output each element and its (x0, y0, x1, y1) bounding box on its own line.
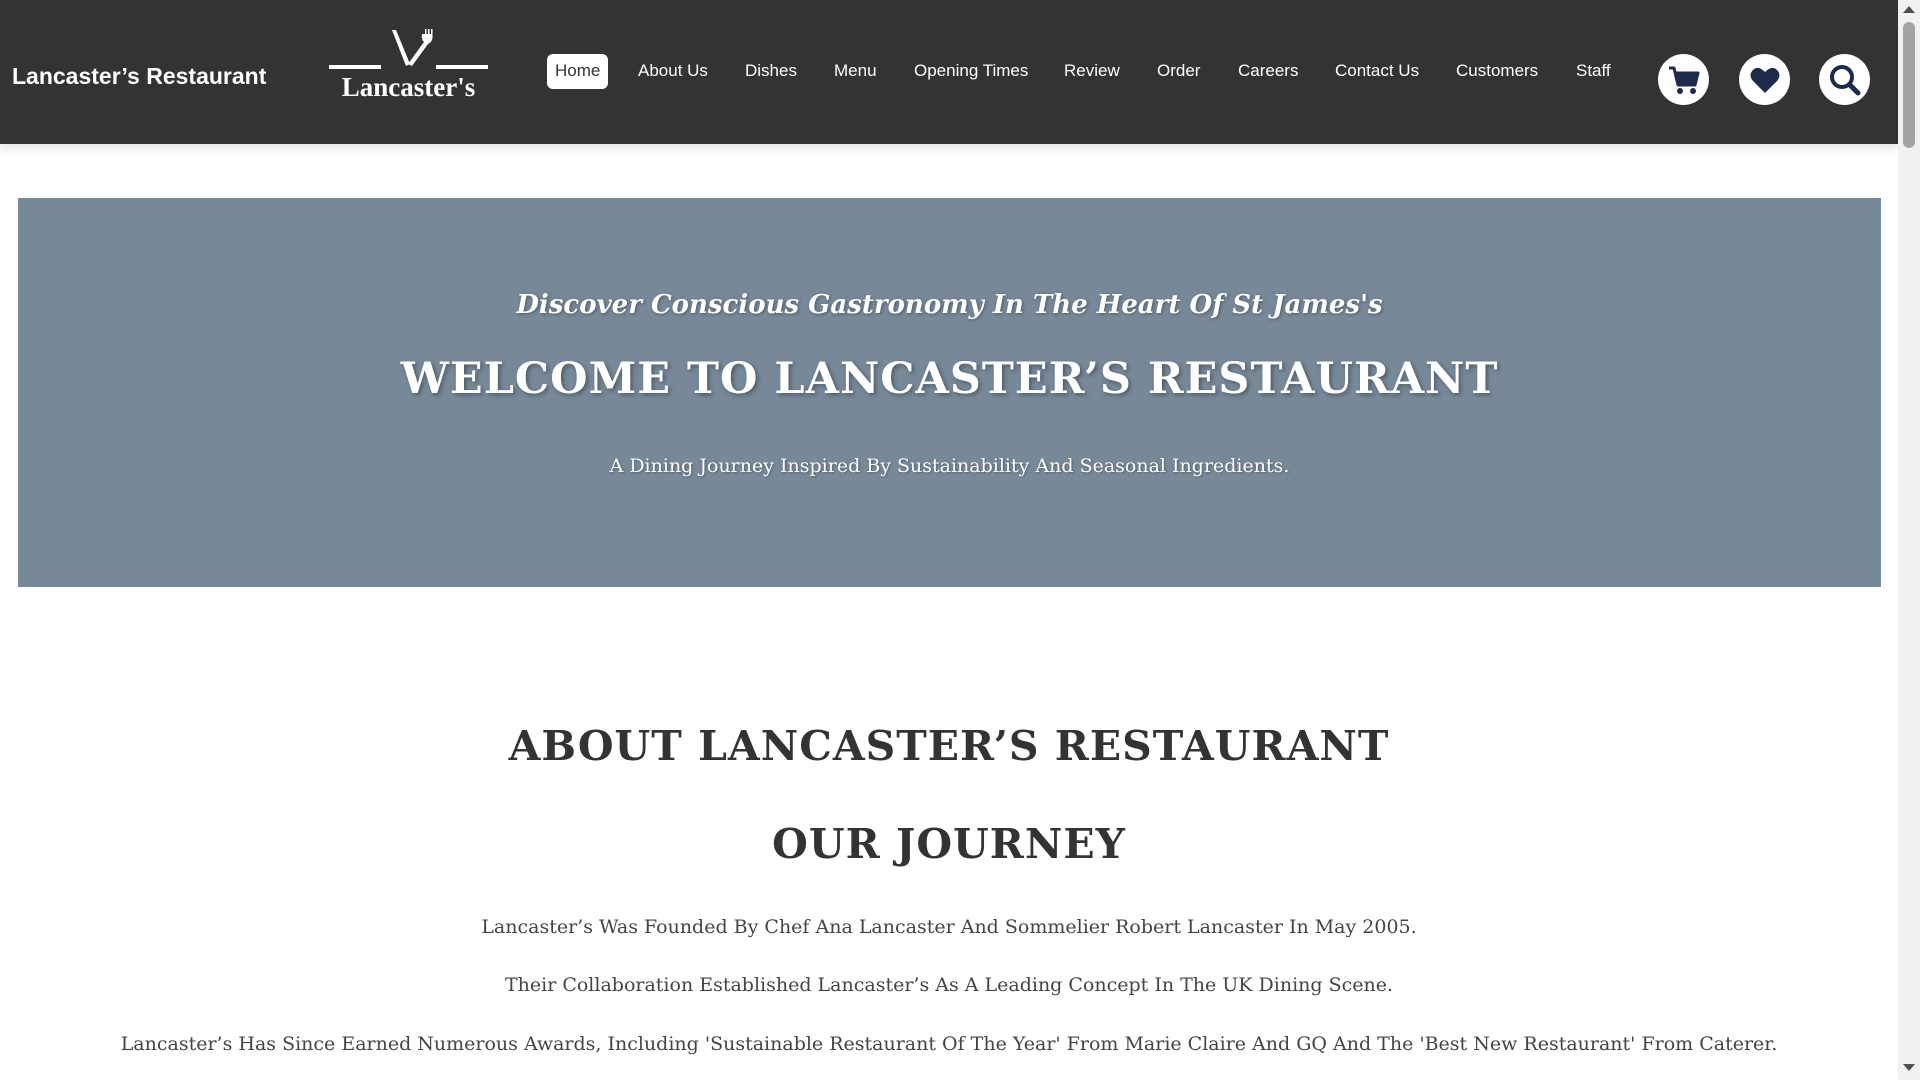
about-paragraph: Their Collaboration Established Lancaste… (504, 974, 1394, 996)
brand-name[interactable]: Lancaster’s Restaurant (12, 63, 266, 90)
about-paragraph: Lancaster’s Was Founded By Chef Ana Lanc… (481, 916, 1417, 938)
logo[interactable]: Lancaster's (326, 26, 491, 106)
scroll-up-arrow-icon[interactable] (1903, 6, 1915, 13)
nav-item-about-us[interactable]: About Us (638, 54, 708, 89)
favorites-button[interactable] (1739, 54, 1790, 105)
scroll-down-arrow-icon[interactable] (1903, 1064, 1915, 1071)
nav-item-staff[interactable]: Staff (1576, 54, 1611, 89)
nav-item-menu[interactable]: Menu (834, 54, 877, 89)
page-scrollbar[interactable] (1898, 0, 1920, 1080)
nav-item-careers[interactable]: Careers (1238, 54, 1298, 89)
heart-icon (1750, 67, 1779, 93)
nav-item-review[interactable]: Review (1064, 54, 1120, 89)
scroll-thumb[interactable] (1903, 22, 1915, 148)
hero-description: A Dining Journey Inspired By Sustainabil… (609, 455, 1290, 477)
about-paragraph: Lancaster’s Has Since Earned Numerous Aw… (120, 1033, 1778, 1055)
search-button[interactable] (1819, 54, 1870, 105)
cart-icon (1668, 66, 1699, 94)
about-heading: ABOUT LANCASTER’S RESTAURANT (508, 722, 1390, 770)
journey-heading: OUR JOURNEY (772, 820, 1126, 868)
hero-banner: Discover Conscious Gastronomy In The Hea… (18, 198, 1881, 587)
nav-item-order[interactable]: Order (1157, 54, 1200, 89)
nav-item-customers[interactable]: Customers (1456, 54, 1538, 89)
site-header: Lancaster’s Restaurant Lancaster's Home … (0, 0, 1898, 144)
nav-item-contact-us[interactable]: Contact Us (1335, 54, 1419, 89)
nav-item-home[interactable]: Home (547, 54, 609, 89)
cart-button[interactable] (1658, 54, 1709, 105)
fork-knife-icon (329, 29, 488, 69)
search-icon (1829, 64, 1860, 95)
nav-item-opening-times[interactable]: Opening Times (914, 54, 1028, 89)
hero-subtitle: Discover Conscious Gastronomy In The Hea… (516, 290, 1383, 320)
hero-title: WELCOME TO LANCASTER’S RESTAURANT (400, 354, 1499, 404)
nav-item-dishes[interactable]: Dishes (745, 54, 797, 89)
logo-text: Lancaster's (341, 72, 476, 102)
